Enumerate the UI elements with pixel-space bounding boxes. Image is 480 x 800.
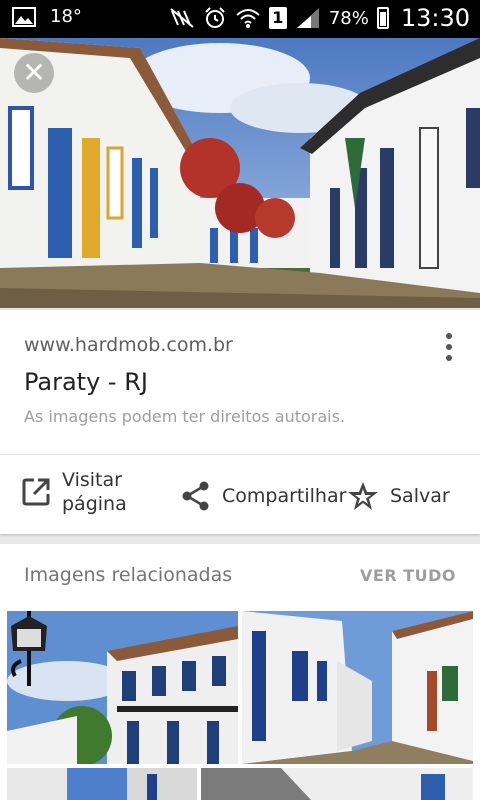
clock: 13:30 [400,4,470,32]
signal-icon [296,8,319,28]
wifi-icon [236,9,260,28]
visit-line2: página [62,493,127,515]
nfc-muted-icon [170,8,194,28]
related-image-1[interactable] [7,611,238,764]
copyright-notice: As imagens podem ter direitos autorais. [24,407,346,426]
visit-line1: Visitar [62,469,122,491]
see-all-button[interactable]: VER TUDO [360,566,456,585]
star-icon [348,482,378,510]
image-title[interactable]: Paraty - RJ [24,368,148,396]
battery-icon [376,7,389,29]
temperature: 18° [50,6,82,27]
more-options-button[interactable] [444,330,454,366]
open-in-new-icon [22,478,50,506]
more-vert-dot [446,344,452,350]
close-button[interactable]: ✕ [14,53,54,93]
related-image-4[interactable] [201,768,473,800]
related-images-heading: Imagens relacionadas [24,564,233,586]
sim-indicator: 1 [268,7,287,29]
visit-page-label: Visitar página [62,468,127,516]
divider [0,454,480,455]
hero-image[interactable] [0,38,480,308]
visit-page-button[interactable]: Visitar página [20,468,127,516]
share-button[interactable]: Compartilhar [180,480,346,512]
more-vert-icon [446,333,452,339]
close-icon: ✕ [22,56,46,89]
related-image-2[interactable] [242,611,473,764]
share-label: Compartilhar [222,485,347,507]
share-icon [182,481,209,511]
save-label: Salvar [390,485,450,507]
save-button[interactable]: Salvar [346,480,450,512]
result-card: www.hardmob.com.br Paraty - RJ As imagen… [0,310,480,534]
more-vert-dot [446,355,452,361]
related-image-3[interactable] [7,768,197,800]
alarm-icon [205,7,225,28]
source-url[interactable]: www.hardmob.com.br [24,334,233,356]
status-bar: 18° 1 78% 13:30 [0,0,480,38]
battery-percent: 78% [328,7,369,29]
related-images-card: Imagens relacionadas VER TUDO [0,544,480,800]
gallery-icon [12,6,36,27]
